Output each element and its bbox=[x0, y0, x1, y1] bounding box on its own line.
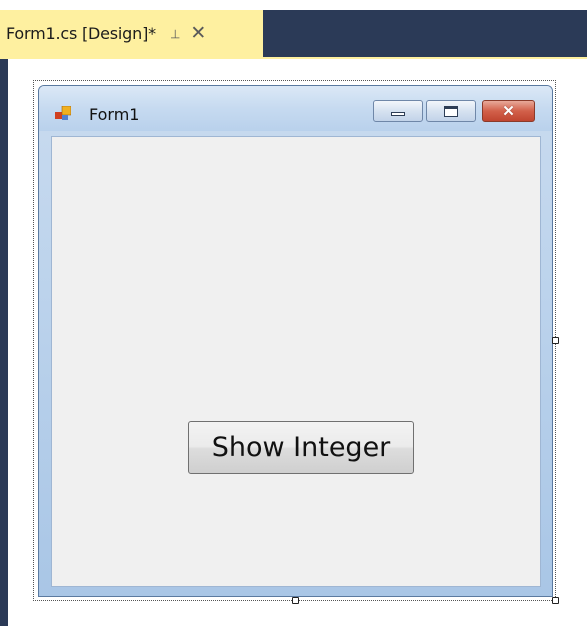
close-icon: ✕ bbox=[502, 103, 515, 120]
show-integer-button[interactable]: Show Integer bbox=[188, 421, 414, 474]
form-window[interactable]: Form1 ✕ Show Integer bbox=[38, 85, 553, 597]
form-app-icon bbox=[55, 106, 71, 120]
close-icon[interactable]: ✕ bbox=[190, 24, 206, 43]
pin-icon[interactable]: ⊣ bbox=[168, 28, 182, 38]
resize-handle-bottom[interactable] bbox=[292, 597, 299, 604]
form-title-bar[interactable]: Form1 ✕ bbox=[39, 86, 552, 131]
document-tab-form1-design[interactable]: Form1.cs [Design]* ⊣ ✕ bbox=[0, 10, 263, 57]
top-edge bbox=[0, 0, 587, 10]
minimize-button[interactable] bbox=[373, 100, 423, 122]
close-button[interactable]: ✕ bbox=[482, 100, 535, 122]
form-title: Form1 bbox=[89, 105, 140, 124]
document-tab-title: Form1.cs [Design]* bbox=[6, 24, 156, 43]
form-client-area[interactable]: Show Integer bbox=[51, 136, 541, 587]
resize-handle-bottom-right[interactable] bbox=[552, 597, 559, 604]
maximize-icon bbox=[444, 105, 458, 117]
maximize-button[interactable] bbox=[426, 100, 476, 122]
minimize-icon bbox=[391, 112, 405, 116]
resize-handle-right[interactable] bbox=[552, 337, 559, 344]
